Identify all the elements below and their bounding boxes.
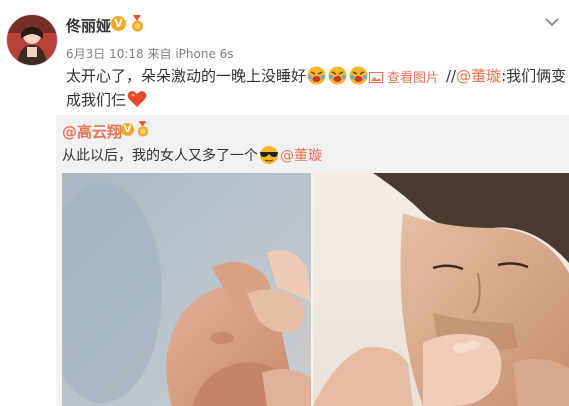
- repost-mention-link[interactable]: @董璇: [280, 148, 322, 164]
- heart-icon: [127, 90, 147, 108]
- via-label: 来自: [147, 47, 172, 61]
- sunglasses-emoji: [258, 145, 280, 165]
- repost-photo-2[interactable]: [313, 173, 569, 406]
- mention-link[interactable]: @董璇: [456, 67, 501, 85]
- repost-separator: //: [446, 67, 457, 85]
- post-meta: 6月3日 10:18 来自 iPhone 6s: [66, 45, 234, 62]
- post-text-line2-container: 成我们仨: [66, 88, 147, 112]
- chevron-down-icon[interactable]: [543, 13, 561, 31]
- repost-author[interactable]: @高云翔: [62, 121, 122, 142]
- post-text-line1: 太开心了，朵朵激动的一晚上没睡好: [66, 67, 307, 85]
- laughing-crying-emoji: [307, 66, 326, 85]
- picture-icon: [369, 72, 383, 83]
- repost-text-container: 从此以后，我的女人又多了一个 @董璇: [62, 145, 322, 167]
- repost-photo-1[interactable]: [62, 173, 311, 406]
- author-avatar[interactable]: [6, 14, 58, 66]
- post-device[interactable]: iPhone 6s: [175, 47, 233, 61]
- post-date[interactable]: 6月3日 10:18: [66, 47, 144, 61]
- repost-chain: //@董璇:我们俩变: [446, 64, 566, 88]
- view-pictures-link[interactable]: 查看图片: [369, 67, 439, 86]
- view-pictures-label: 查看图片: [387, 71, 440, 86]
- repost-text: 从此以后，我的女人又多了一个: [62, 148, 258, 164]
- medal-icon: [130, 15, 145, 32]
- post-text-line2: 成我们仨: [66, 91, 127, 109]
- verified-icon: V: [111, 16, 126, 31]
- laughing-crying-emoji: [328, 66, 347, 85]
- laughing-crying-emoji: [349, 66, 368, 85]
- repost-chain-text: :我们俩变: [501, 67, 567, 85]
- verified-icon: V: [121, 123, 134, 136]
- medal-icon: [136, 121, 150, 137]
- author-name[interactable]: 佟丽娅: [66, 15, 111, 36]
